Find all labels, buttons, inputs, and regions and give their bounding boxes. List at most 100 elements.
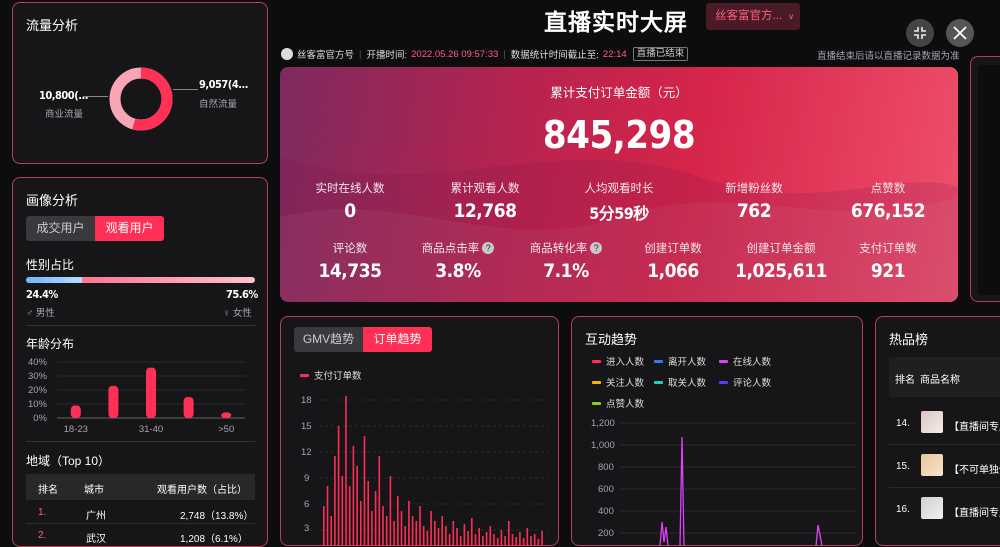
male-pct: 24.4% [26,288,58,301]
trend-bar [415,521,418,546]
traffic-donut [109,67,173,131]
region-col-rank: 排名 [38,485,58,496]
trend-bar [482,536,484,546]
legend-item[interactable]: 进入人数 [592,354,644,368]
y-tick: 9 [304,473,310,484]
metric-fans-value: 762 [736,200,772,222]
trend-bar [489,526,492,546]
side-panel [970,56,1000,302]
y-tick: 15 [301,421,312,432]
y-tick: 600 [598,484,614,495]
product-thumb [921,454,943,476]
legend-label: 关注人数 [606,378,645,389]
trend-bar [537,539,540,546]
trend-bar [522,538,525,546]
legend-label: 进入人数 [606,357,645,368]
trend-bar [463,524,466,546]
y-tick: 3 [304,523,310,534]
tab-order-trend[interactable]: 订单趋势 [363,327,432,352]
hot-table-header: 排名 商品名称 [889,357,1000,397]
trend-bar [530,536,532,546]
trend-bar [326,486,329,546]
trend-bar [341,476,344,546]
help-icon[interactable]: ? [482,242,495,254]
legend-item[interactable]: 在线人数 [719,354,771,368]
trend-bar [404,526,406,546]
chevron-down-icon: ∨ [788,12,795,21]
product-thumb [921,497,943,519]
metric-paid-orders-label: 支付订单数 [859,243,917,255]
account-select[interactable]: 丝客富官方... ∨ [706,3,800,30]
legend-item[interactable]: 评论人数 [719,375,771,389]
age-chart: 40% 30% 20% 10% 0% 18-23 31-40 >50 [28,357,245,435]
region-city: 广州 [86,511,106,522]
y-tick: 800 [598,462,614,473]
age-x-label: 31-40 [139,424,163,435]
table-row[interactable]: 15. 【不可单独使 [889,448,1000,488]
legend-item[interactable]: 取关人数 [654,375,706,389]
trend-bar [330,516,332,546]
metric-online-value: 0 [344,200,356,222]
legend-swatch [592,401,601,405]
metric-likes-value: 676,152 [850,200,926,222]
trend-bar [430,511,432,546]
legend-label: 支付订单数 [314,371,362,382]
table-row[interactable]: 14. 【直播间专用 [889,405,1000,445]
trend-bar [474,534,477,546]
trend-bar [467,531,469,546]
stats-time: 22:14 [602,48,627,60]
legend-swatch [592,380,601,384]
trend-bar [345,396,347,546]
order-trend-chart [319,396,549,546]
legend-item[interactable]: 离开人数 [654,354,706,368]
hot-col-name: 商品名称 [920,375,960,386]
metric-fans-label: 新增粉丝数 [725,183,783,195]
table-row[interactable]: 16. 【直播间专用 [889,491,1000,531]
trend-bar [419,506,421,546]
trend-bar [334,456,336,546]
hero-panel: 累计支付订单金额（元） 845,298 实时在线人数 0 累计观看人数 12,7… [280,67,958,302]
end-note: 直播结束后请以直播记录数据为准 [817,51,960,62]
divider [26,325,255,326]
trend-bar [441,516,443,546]
trend-bar [496,538,499,546]
age-bar [70,405,81,418]
close-icon[interactable] [946,19,974,47]
age-y-tick: 20% [28,385,48,396]
trend-bar [323,506,325,546]
collapse-icon[interactable] [906,19,934,47]
y-tick: 6 [304,499,310,510]
trend-bar [363,436,366,546]
trend-bar [382,506,384,546]
trend-bar [471,518,473,546]
trend-bar [352,446,355,546]
traffic-title: 流量分析 [26,18,79,33]
region-rank: 2. [38,530,47,541]
tab-gmv-trend[interactable]: GMV趋势 [294,327,363,352]
legend-item[interactable]: 点赞人数 [592,396,644,410]
region-col-value: 观看用户数（占比） [157,485,247,496]
trend-bar [397,496,399,546]
status-badge: 直播已结束 [632,47,689,61]
legend-paid-orders: 支付订单数 [300,368,362,382]
commercial-label: 商业流量 [45,109,84,120]
trend-bar [411,516,414,546]
age-y-tick: 10% [28,399,48,410]
legend-label: 离开人数 [668,357,707,368]
help-icon[interactable]: ? [590,242,603,254]
legend-item[interactable]: 关注人数 [592,375,644,389]
portrait-panel: 画像分析 成交用户 观看用户 性别占比 24.4% 75.6% ♂ 男性 ♀ 女… [12,177,268,547]
tab-view-users[interactable]: 观看用户 [95,216,164,241]
metric-viewers-label: 累计观看人数 [450,183,520,195]
tab-deal-users[interactable]: 成交用户 [26,216,95,241]
y-tick: 1,000 [591,440,615,451]
trend-bar [448,534,451,546]
age-bar [221,412,232,418]
metric-likes-label: 点赞数 [870,183,906,195]
trend-bar [541,531,543,546]
page-title: 直播实时大屏 [544,9,688,35]
trend-bar [533,534,536,546]
interaction-title: 互动趋势 [585,332,638,347]
hero-title: 累计支付订单金额（元） [550,86,688,100]
legend-swatch [719,380,728,384]
